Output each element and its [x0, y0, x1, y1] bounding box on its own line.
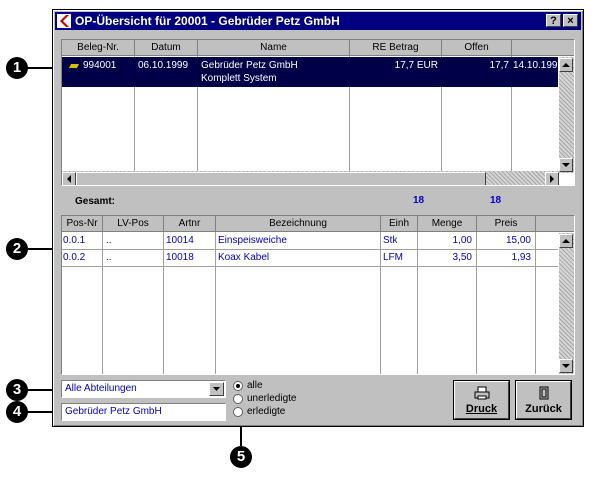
col-header-lv-pos[interactable]: LV-Pos	[103, 216, 164, 232]
help-button[interactable]: ?	[546, 14, 561, 27]
radio-alle[interactable]: alle	[233, 380, 313, 392]
cell-name: Gebrüder Petz GmbH	[201, 60, 298, 71]
cell-pos-nr: 0.0.1	[63, 235, 86, 246]
radio-label: unerledigte	[247, 393, 297, 404]
print-button-label: Druck	[465, 403, 498, 415]
scroll-down-button[interactable]	[559, 359, 573, 373]
cell-name-line2: Komplett System	[201, 73, 277, 84]
col-header-name[interactable]: Name	[198, 40, 350, 56]
arrow-up-icon	[562, 63, 570, 67]
col-header-re-betrag[interactable]: RE Betrag	[350, 40, 442, 56]
cell-lv-pos: ..	[106, 252, 112, 263]
scroll-left-button[interactable]	[62, 172, 76, 185]
cell-datum: 06.10.1999	[138, 60, 189, 71]
row-separator	[62, 266, 558, 267]
title-bar: OP-Übersicht für 20001 - Gebrüder Petz G…	[55, 12, 581, 30]
department-select-value: Alle Abteilungen	[65, 383, 137, 394]
arrow-up-icon	[562, 239, 570, 243]
arrow-right-icon	[550, 175, 554, 183]
col-header-einh[interactable]: Einh	[381, 216, 418, 232]
col-header-preis[interactable]: Preis	[477, 216, 536, 232]
back-button-label: Zurück	[525, 403, 562, 415]
radio-label: erledigte	[247, 406, 286, 417]
radio-erledigte[interactable]: erledigte	[233, 406, 313, 418]
arrow-down-icon	[562, 163, 570, 167]
col-header-datum[interactable]: Datum	[135, 40, 198, 56]
callout-1: 1	[6, 57, 28, 79]
cell-einh: LFM	[383, 252, 403, 263]
app-logo-icon	[57, 14, 71, 28]
callout-2: 2	[6, 238, 28, 260]
table-row[interactable]: 994001 06.10.1999 Gebrüder Petz GmbH Kom…	[62, 57, 558, 87]
cell-artnr: 10018	[166, 252, 194, 263]
col-header-offen[interactable]: Offen	[442, 40, 512, 56]
col-header-extra[interactable]	[512, 40, 574, 56]
radio-button[interactable]	[233, 407, 243, 417]
department-select[interactable]: Alle Abteilungen	[61, 380, 226, 398]
total-label: Gesamt:	[75, 196, 116, 207]
scroll-up-button[interactable]	[559, 234, 573, 248]
window-title: OP-Übersicht für 20001 - Gebrüder Petz G…	[75, 14, 340, 28]
print-button[interactable]: Druck	[454, 381, 509, 419]
cell-preis: 1,93	[511, 252, 531, 263]
chevron-down-icon	[213, 387, 220, 391]
scroll-right-button[interactable]	[545, 172, 559, 185]
cell-offen: 17,7	[489, 60, 509, 71]
callout-4: 4	[6, 401, 28, 423]
cell-menge: 3,50	[452, 252, 472, 263]
cell-artnr: 10014	[166, 235, 194, 246]
lower-vertical-scrollbar[interactable]	[559, 233, 574, 374]
total-offen: 18	[490, 195, 502, 206]
col-header-extra[interactable]	[536, 216, 574, 232]
col-header-pos-nr[interactable]: Pos-Nr	[62, 216, 103, 232]
col-header-artnr[interactable]: Artnr	[164, 216, 216, 232]
table-row[interactable]: 0.0.1 .. 10014 Einspeisweiche Stk 1,00 1…	[62, 234, 558, 249]
radio-label: alle	[247, 380, 263, 391]
cell-pos-nr: 0.0.2	[63, 252, 86, 263]
arrow-down-icon	[562, 364, 570, 368]
radio-button[interactable]	[233, 381, 243, 391]
dropdown-button[interactable]	[209, 382, 224, 396]
op-overview-window: OP-Übersicht für 20001 - Gebrüder Petz G…	[52, 9, 584, 427]
printer-icon	[474, 386, 490, 400]
cell-bezeichnung: Koax Kabel	[218, 252, 270, 263]
col-header-beleg[interactable]: Beleg-Nr.	[62, 40, 135, 56]
door-exit-icon	[539, 386, 549, 400]
cell-re-betrag: 17,7 EUR	[394, 60, 438, 71]
table-row[interactable]: 0.0.2 .. 10018 Koax Kabel LFM 3,50 1,93	[62, 251, 558, 266]
invoice-table[interactable]: Beleg-Nr. Datum Name RE Betrag Offen 994…	[61, 39, 575, 186]
customer-field[interactable]: Gebrüder Petz GmbH	[61, 403, 226, 421]
callout-3: 3	[6, 379, 28, 401]
customer-field-value: Gebrüder Petz GmbH	[65, 406, 162, 417]
callout-5: 5	[230, 446, 252, 468]
row-pencil-icon	[68, 61, 80, 72]
cell-lv-pos: ..	[106, 235, 112, 246]
col-header-menge[interactable]: Menge	[418, 216, 477, 232]
cell-einh: Stk	[383, 235, 398, 246]
radio-button[interactable]	[233, 394, 243, 404]
radio-unerledigte[interactable]: unerledigte	[233, 393, 313, 405]
positions-table[interactable]: Pos-Nr LV-Pos Artnr Bezeichnung Einh Men…	[61, 215, 575, 375]
col-header-bezeichnung[interactable]: Bezeichnung	[216, 216, 381, 232]
close-button[interactable]: ×	[563, 14, 578, 27]
cell-menge: 1,00	[452, 235, 472, 246]
scroll-up-button[interactable]	[559, 58, 573, 72]
row-separator	[62, 249, 558, 250]
scroll-down-button[interactable]	[559, 158, 573, 172]
cell-due-date: 14.10.199	[513, 60, 558, 71]
horizontal-scroll-thumb[interactable]	[76, 172, 486, 185]
cell-bezeichnung: Einspeisweiche	[218, 235, 287, 246]
cell-beleg: 994001	[83, 60, 117, 71]
filter-radio-group: alle unerledigte erledigte	[233, 380, 313, 420]
total-re-betrag: 18	[413, 195, 425, 206]
upper-vertical-scrollbar[interactable]	[559, 57, 574, 173]
cell-preis: 15,00	[505, 235, 531, 246]
back-button[interactable]: Zurück	[516, 381, 571, 419]
arrow-left-icon	[67, 175, 71, 183]
